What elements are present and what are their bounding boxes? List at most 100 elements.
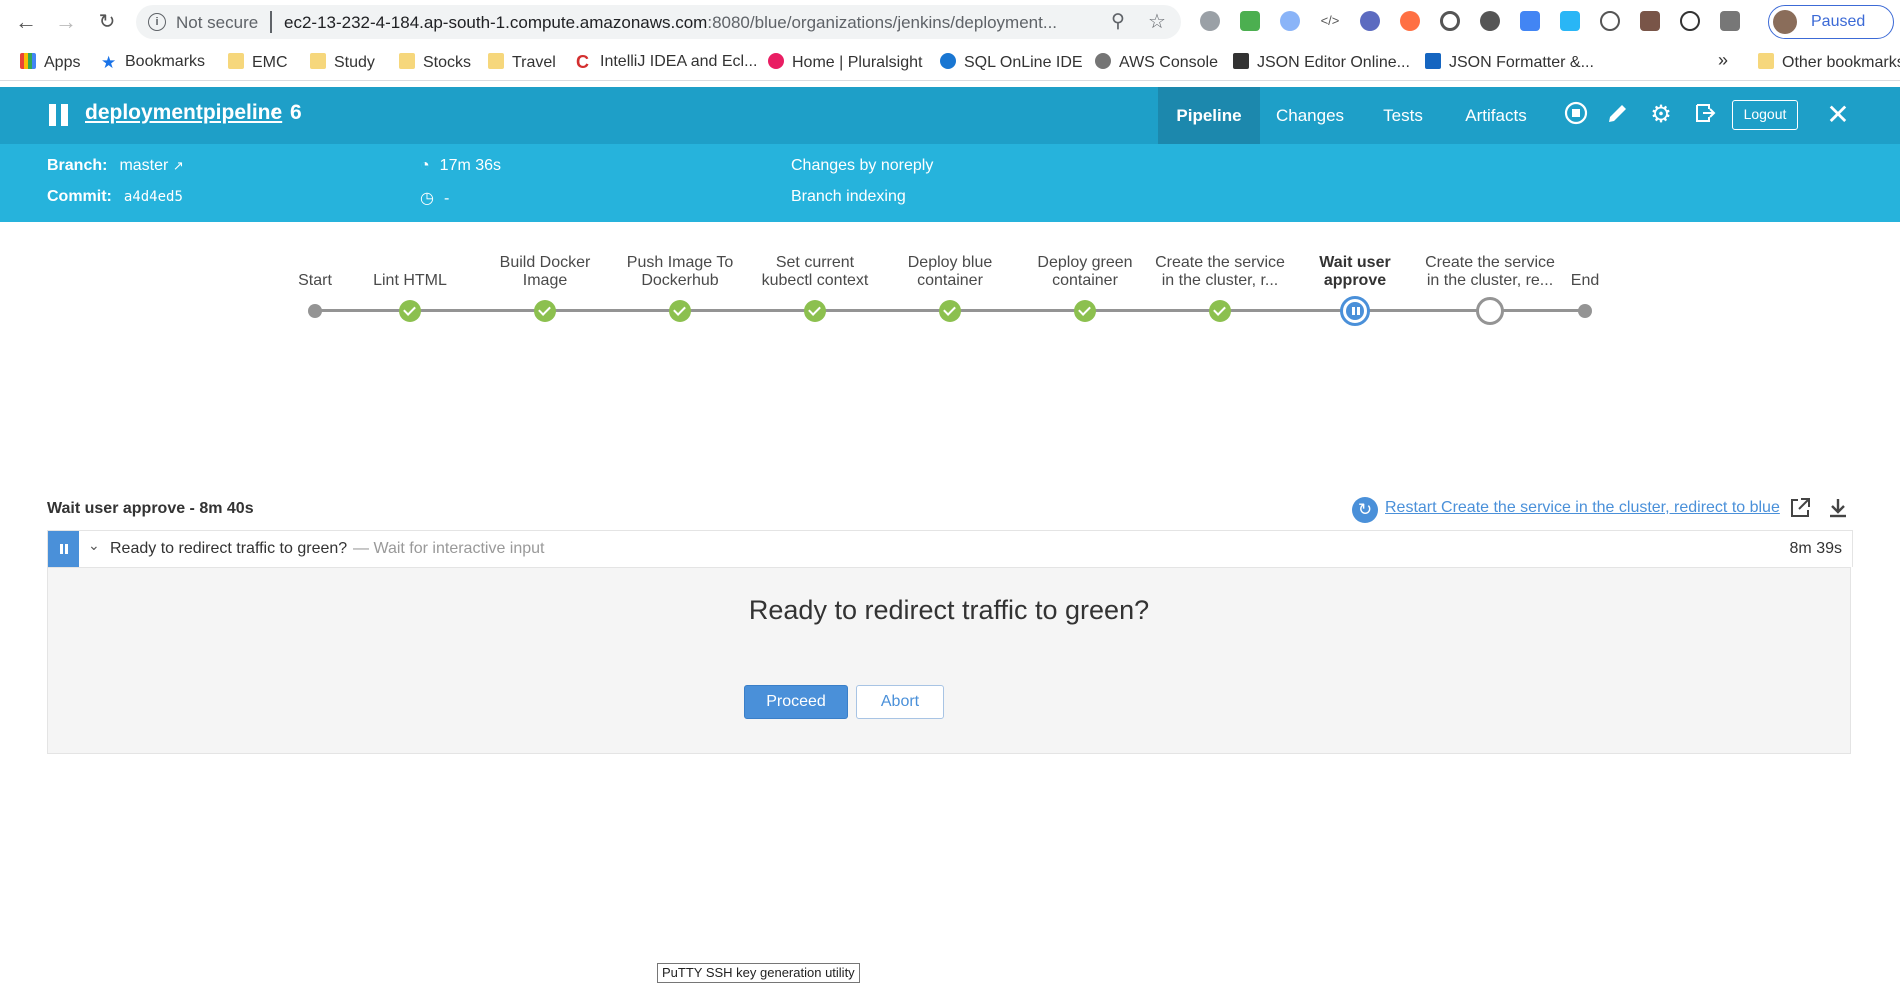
stage-label[interactable]: Build Docker Image bbox=[480, 254, 610, 290]
address-separator bbox=[270, 11, 272, 33]
timer-icon: ◔ bbox=[420, 157, 430, 174]
bookmark-pluralsight[interactable]: Home | Pluralsight bbox=[768, 53, 922, 72]
stage-label[interactable]: Create the service in the cluster, r... bbox=[1155, 254, 1285, 290]
cors-extension-icon[interactable] bbox=[1240, 11, 1260, 31]
folder-icon bbox=[1758, 53, 1774, 69]
stage-connector bbox=[680, 309, 815, 312]
restart-icon[interactable]: ↻ bbox=[1352, 497, 1378, 523]
branch-value[interactable]: master bbox=[119, 157, 168, 174]
step-name: Ready to redirect traffic to green? bbox=[110, 540, 348, 557]
stage-connector bbox=[315, 309, 410, 312]
tab-pipeline[interactable]: Pipeline bbox=[1158, 87, 1260, 144]
proceed-button[interactable]: Proceed bbox=[744, 685, 848, 719]
abort-button[interactable]: Abort bbox=[856, 685, 944, 719]
profile-status: Paused bbox=[1811, 13, 1866, 30]
bookmark-emc[interactable]: EMC bbox=[228, 53, 288, 72]
stage-endpoint-node bbox=[1578, 304, 1592, 318]
cause-text: Branch indexing bbox=[791, 188, 906, 205]
bookmark-aws[interactable]: AWS Console bbox=[1095, 53, 1218, 72]
folder-icon bbox=[310, 53, 326, 69]
tab-tests[interactable]: Tests bbox=[1360, 87, 1446, 144]
restart-stage-link[interactable]: Restart Create the service in the cluste… bbox=[1385, 499, 1780, 517]
bookmark-intellij[interactable]: C IntelliJ IDEA and Ecl... bbox=[576, 53, 757, 71]
logout-button[interactable]: Logout bbox=[1732, 100, 1798, 130]
bookmark-study[interactable]: Study bbox=[310, 53, 375, 72]
stage-label[interactable]: End bbox=[1520, 272, 1650, 290]
bookmark-apps[interactable]: Apps bbox=[20, 53, 80, 72]
ended-value: - bbox=[443, 190, 450, 207]
stage-success-icon[interactable] bbox=[939, 300, 961, 322]
duration-row: ◔ 17m 36s bbox=[420, 157, 501, 175]
stage-label[interactable]: Lint HTML bbox=[345, 272, 475, 290]
globe-icon bbox=[1095, 53, 1111, 69]
stage-success-icon[interactable] bbox=[1209, 300, 1231, 322]
gear-icon[interactable]: ⚙ bbox=[1647, 101, 1675, 129]
edit-pencil-icon[interactable] bbox=[1604, 101, 1632, 129]
bookmark-other[interactable]: Other bookmarks bbox=[1758, 53, 1900, 72]
tab-artifacts[interactable]: Artifacts bbox=[1446, 87, 1546, 144]
bookmark-stocks[interactable]: Stocks bbox=[399, 53, 471, 72]
back-icon[interactable]: ← bbox=[14, 10, 38, 34]
stage-label[interactable]: Deploy blue container bbox=[885, 254, 1015, 290]
skype-extension-icon[interactable] bbox=[1200, 11, 1220, 31]
forward-icon[interactable]: → bbox=[54, 10, 78, 34]
stage-connector bbox=[815, 309, 950, 312]
address-bar[interactable]: i Not secure ec2-13-232-4-184.ap-south-1… bbox=[136, 5, 1181, 39]
stage-label[interactable]: Push Image To Dockerhub bbox=[615, 254, 745, 290]
stage-paused-icon[interactable] bbox=[1340, 296, 1370, 326]
ended-row: ◷ - bbox=[420, 188, 449, 208]
bookmark-json-formatter[interactable]: JSON Formatter &... bbox=[1425, 53, 1594, 72]
zoom-icon[interactable]: ⚲ bbox=[1111, 10, 1125, 33]
extension-icon[interactable] bbox=[1280, 11, 1300, 31]
dark-extension-icon[interactable] bbox=[1480, 11, 1500, 31]
refresh-extension-icon[interactable] bbox=[1440, 11, 1460, 31]
run-number: 6 bbox=[290, 101, 302, 124]
reload-icon[interactable]: ↻ bbox=[95, 10, 119, 34]
step-description: — Wait for interactive input bbox=[353, 540, 545, 557]
clock-extension-icon[interactable] bbox=[1680, 11, 1700, 31]
info-icon[interactable]: i bbox=[148, 13, 166, 31]
stage-connector bbox=[1220, 309, 1355, 312]
stage-pending-icon[interactable] bbox=[1476, 297, 1504, 325]
external-link-icon[interactable]: ↗ bbox=[173, 158, 184, 173]
stage-success-icon[interactable] bbox=[1074, 300, 1096, 322]
profile-button[interactable]: Paused bbox=[1768, 5, 1894, 39]
stop-icon[interactable] bbox=[1562, 101, 1590, 129]
stage-label[interactable]: Wait user approve bbox=[1290, 254, 1420, 290]
image-extension-icon[interactable] bbox=[1640, 11, 1660, 31]
translate-extension-icon[interactable] bbox=[1520, 11, 1540, 31]
orange-extension-icon[interactable] bbox=[1400, 11, 1420, 31]
check-extension-icon[interactable] bbox=[1360, 11, 1380, 31]
stage-success-icon[interactable] bbox=[669, 300, 691, 322]
chevron-down-icon[interactable]: ⌄ bbox=[88, 537, 100, 554]
url-text[interactable]: ec2-13-232-4-184.ap-south-1.compute.amaz… bbox=[284, 13, 1057, 33]
bookmark-sql-online[interactable]: SQL OnLine IDE bbox=[940, 53, 1083, 72]
bookmark-travel[interactable]: Travel bbox=[488, 53, 556, 72]
close-icon[interactable]: ✕ bbox=[1824, 101, 1852, 129]
bookmark-bookmarks[interactable]: ★ Bookmarks bbox=[101, 53, 205, 71]
open-in-new-icon[interactable] bbox=[1788, 497, 1812, 521]
stage-success-icon[interactable] bbox=[534, 300, 556, 322]
stage-label[interactable]: Deploy green container bbox=[1020, 254, 1150, 290]
stage-success-icon[interactable] bbox=[804, 300, 826, 322]
exit-icon[interactable] bbox=[1691, 101, 1719, 129]
stage-success-icon[interactable] bbox=[399, 300, 421, 322]
folder-icon bbox=[228, 53, 244, 69]
c-extension-icon[interactable] bbox=[1720, 11, 1740, 31]
bookmark-json-editor[interactable]: JSON Editor Online... bbox=[1233, 53, 1410, 72]
download-icon[interactable] bbox=[1826, 497, 1850, 521]
bookmarks-overflow-icon[interactable]: » bbox=[1718, 50, 1728, 71]
stage-label[interactable]: Set current kubectl context bbox=[750, 254, 880, 290]
step-paused-icon bbox=[48, 531, 79, 567]
browser-toolbar: ← → ↻ i Not secure ec2-13-232-4-184.ap-s… bbox=[0, 0, 1900, 44]
stage-connector bbox=[950, 309, 1085, 312]
commit-value: a4d4ed5 bbox=[123, 189, 183, 205]
windows-extension-icon[interactable] bbox=[1560, 11, 1580, 31]
pipeline-name-link[interactable]: deploymentpipeline bbox=[85, 101, 282, 125]
step-row[interactable]: ⌄ Ready to redirect traffic to green? — … bbox=[47, 530, 1853, 567]
bookmark-star-icon[interactable]: ☆ bbox=[1148, 9, 1166, 34]
apps-grid-icon bbox=[20, 53, 36, 69]
tab-changes[interactable]: Changes bbox=[1260, 87, 1360, 144]
code-extension-icon[interactable]: </> bbox=[1320, 11, 1340, 31]
circle-extension-icon[interactable] bbox=[1600, 11, 1620, 31]
